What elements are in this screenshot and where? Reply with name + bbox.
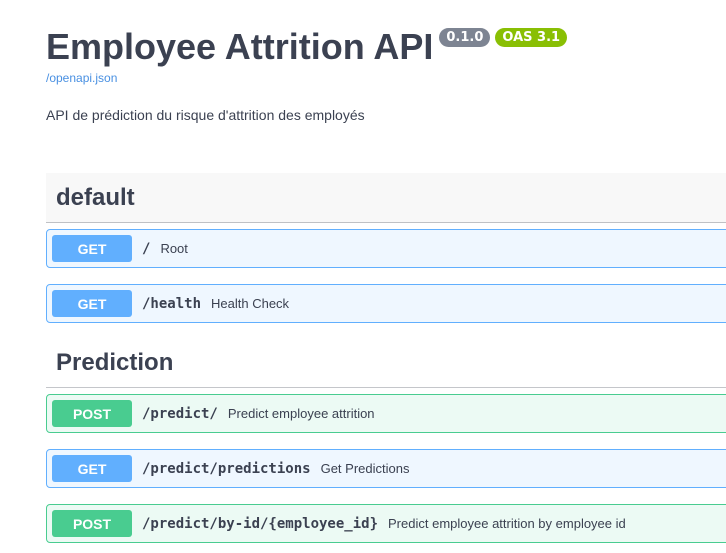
oas-badge: OAS 3.1	[495, 28, 568, 47]
endpoint-path: /predict/	[142, 405, 218, 422]
openapi-json-link[interactable]: /openapi.json	[46, 70, 726, 86]
endpoint-path: /	[142, 240, 151, 257]
endpoint-path: /predict/by-id/{employee_id}	[142, 515, 379, 532]
title-row: Employee Attrition API 0.1.0 OAS 3.1	[46, 24, 726, 70]
page-title: Employee Attrition API	[46, 26, 434, 67]
endpoint-path: /predict/predictions	[142, 460, 311, 477]
opblock-post-predict-by-id[interactable]: POST /predict/by-id/{employee_id} Predic…	[46, 504, 726, 543]
section-title-prediction: Prediction	[56, 348, 174, 376]
opblock-post-predict[interactable]: POST /predict/ Predict employee attritio…	[46, 394, 726, 433]
endpoint-summary: Health Check	[211, 296, 290, 311]
method-badge-get: GET	[52, 455, 132, 482]
api-info: Employee Attrition API 0.1.0 OAS 3.1 /op…	[46, 24, 726, 124]
endpoint-summary: Predict employee attrition	[227, 406, 375, 421]
api-description: API de prédiction du risque d'attrition …	[46, 107, 365, 123]
method-badge-post: POST	[52, 400, 132, 427]
method-badge-post: POST	[52, 510, 132, 537]
section-prediction: Prediction	[46, 338, 726, 388]
method-badge-get: GET	[52, 290, 132, 317]
endpoint-summary: Get Predictions	[320, 461, 410, 476]
endpoint-summary: Root	[160, 241, 188, 256]
opblock-get-health[interactable]: GET /health Health Check	[46, 284, 726, 323]
endpoint-path: /health	[142, 295, 202, 312]
section-header-prediction[interactable]: Prediction	[46, 338, 726, 388]
section-title-default: default	[56, 183, 135, 211]
section-header-default[interactable]: default	[46, 173, 726, 223]
version-badge: 0.1.0	[439, 28, 491, 47]
opblock-get-root[interactable]: GET / Root	[46, 229, 726, 268]
method-badge-get: GET	[52, 235, 132, 262]
endpoint-summary: Predict employee attrition by employee i…	[388, 516, 626, 531]
section-default: default	[46, 173, 726, 223]
opblock-get-predictions[interactable]: GET /predict/predictions Get Predictions	[46, 449, 726, 488]
